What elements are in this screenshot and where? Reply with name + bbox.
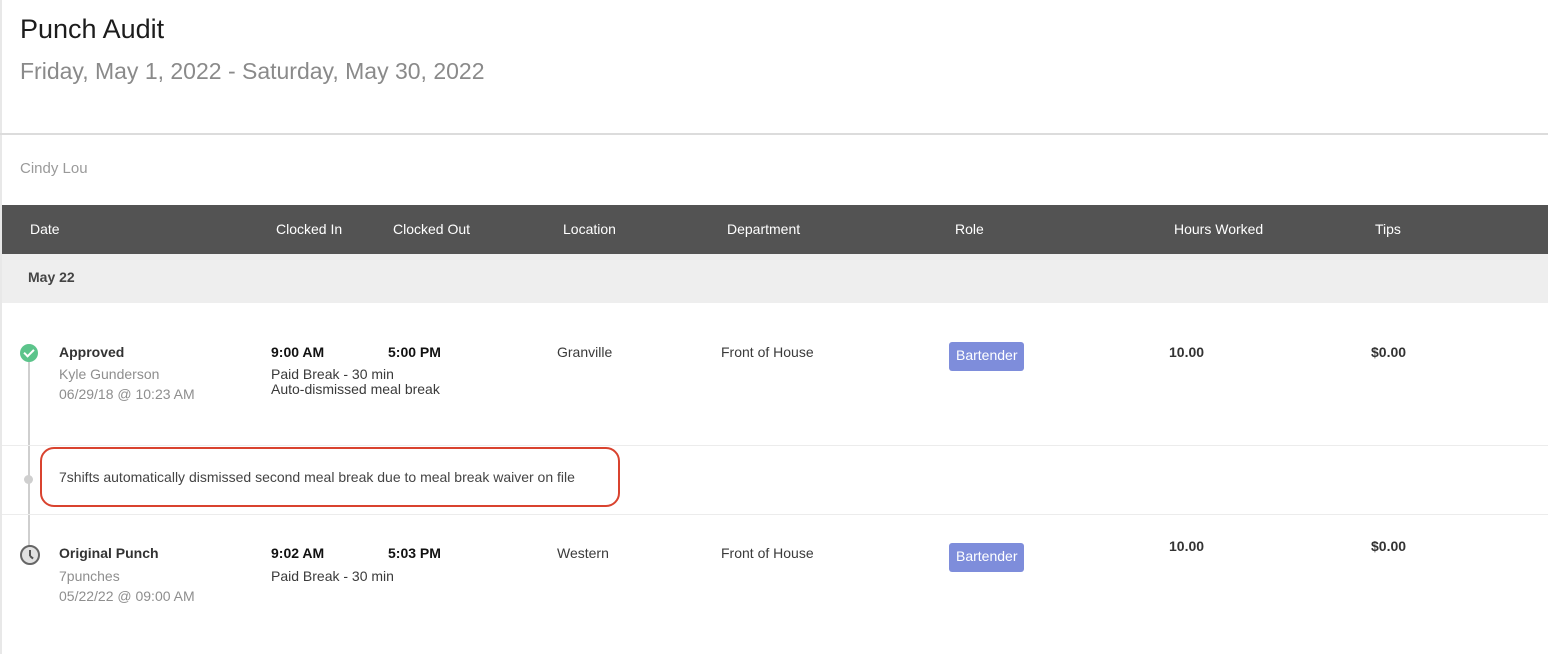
punch-by: 7punches xyxy=(59,568,120,584)
auto-dismiss-note: Auto-dismissed meal break xyxy=(271,381,440,397)
clock-icon xyxy=(20,545,40,565)
department: Front of House xyxy=(721,545,814,561)
column-hours-worked[interactable]: Hours Worked xyxy=(1174,221,1263,237)
date-range: Friday, May 1, 2022 - Saturday, May 30, … xyxy=(20,58,485,84)
break-note: Paid Break - 30 min xyxy=(271,568,394,584)
timeline-dot-icon xyxy=(24,475,33,484)
role-badge: Bartender xyxy=(949,342,1025,371)
timeline-line xyxy=(28,352,30,552)
location: Western xyxy=(557,545,609,561)
tips: $0.00 xyxy=(1371,344,1407,360)
row-separator xyxy=(2,445,1548,446)
day-group-label: May 22 xyxy=(28,269,75,285)
clocked-out-time: 5:03 PM xyxy=(388,545,441,561)
clocked-in-time: 9:00 AM xyxy=(271,344,325,360)
day-group-row: May 22 xyxy=(2,254,1548,303)
check-circle-icon xyxy=(20,344,38,362)
audit-note: 7shifts automatically dismissed second m… xyxy=(59,469,575,485)
punch-timestamp: 05/22/22 @ 09:00 AM xyxy=(59,588,195,604)
punch-status: Original Punch xyxy=(59,545,159,561)
hours-worked: 10.00 xyxy=(1169,538,1205,554)
clocked-in-time: 9:02 AM xyxy=(271,545,325,561)
page-title: Punch Audit xyxy=(20,14,165,44)
punch-timestamp: 06/29/18 @ 10:23 AM xyxy=(59,386,195,402)
punch-by: Kyle Gunderson xyxy=(59,366,160,382)
department: Front of House xyxy=(721,344,814,360)
employee-name: Cindy Lou xyxy=(20,160,88,177)
column-department[interactable]: Department xyxy=(727,221,800,237)
punch-status: Approved xyxy=(59,344,125,360)
column-date[interactable]: Date xyxy=(30,221,60,237)
hours-worked: 10.00 xyxy=(1169,344,1205,360)
column-location[interactable]: Location xyxy=(563,221,616,237)
column-clocked-in[interactable]: Clocked In xyxy=(276,221,342,237)
page-edge xyxy=(0,0,2,654)
tips: $0.00 xyxy=(1371,538,1407,554)
row-separator xyxy=(2,514,1548,515)
table-header: Date Clocked In Clocked Out Location Dep… xyxy=(2,205,1548,254)
column-tips[interactable]: Tips xyxy=(1375,221,1401,237)
header-divider xyxy=(0,133,1548,135)
clocked-out-time: 5:00 PM xyxy=(388,344,441,360)
break-note: Paid Break - 30 min xyxy=(271,366,394,382)
role-badge: Bartender xyxy=(949,543,1025,572)
location: Granville xyxy=(557,344,613,360)
column-clocked-out[interactable]: Clocked Out xyxy=(393,221,470,237)
column-role[interactable]: Role xyxy=(955,221,984,237)
